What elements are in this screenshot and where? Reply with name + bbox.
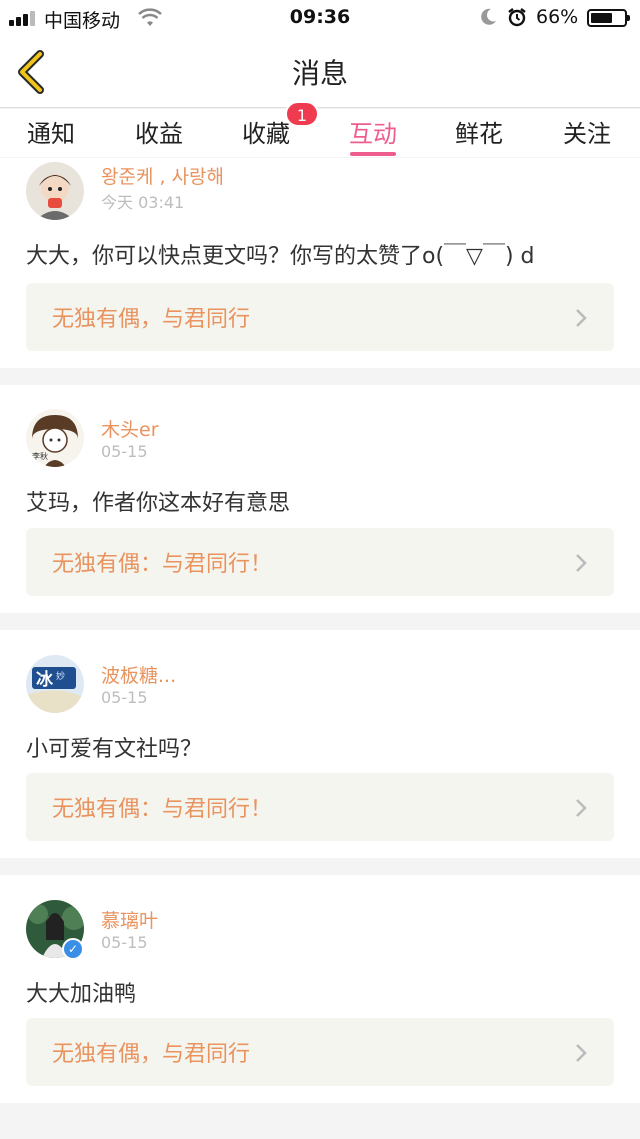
svg-text:李秋: 李秋 (32, 451, 48, 461)
battery-icon (587, 9, 630, 27)
message-date: 今天 03:41 (101, 193, 185, 212)
svg-text:冰: 冰 (36, 669, 54, 690)
message-card: ✓ 慕璃叶 05-15 大大加油鸭 无独有偶，与君同行 (0, 875, 640, 1103)
verified-icon: ✓ (62, 938, 84, 960)
book-link[interactable]: 无独有偶：与君同行！ (26, 773, 614, 841)
page-title: 消息 (291, 57, 348, 90)
comment-text: 大大，你可以快点更文吗？你写的太赞了o(￣▽￣) d (26, 244, 535, 269)
alarm-icon (508, 8, 526, 27)
tab-bar: 通知 收益 收藏 互动 鲜花 关注 (0, 109, 640, 157)
book-title: 无独有偶，与君同行 (52, 1042, 251, 1067)
tab-following[interactable]: 关注 (542, 114, 632, 149)
status-bar: 中国移动 09:36 66% (0, 0, 640, 36)
message-card: 李秋 木头er 05-15 艾玛，作者你这本好有意思 无独有偶：与君同行！ (0, 385, 640, 613)
comment-text: 大大加油鸭 (26, 982, 137, 1007)
message-date: 05-15 (101, 933, 148, 952)
moon-icon (481, 8, 496, 25)
tab-earnings[interactable]: 收益 (114, 114, 204, 149)
book-link[interactable]: 无独有偶，与君同行 (26, 1018, 614, 1086)
message-date: 05-15 (101, 688, 148, 707)
comment-text: 艾玛，作者你这本好有意思 (26, 491, 291, 516)
book-title: 无独有偶：与君同行！ (52, 797, 273, 822)
battery-percent: 66% (536, 6, 579, 28)
message-card: 冰妙 波板糖... 05-15 小可爱有文社吗？ 无独有偶：与君同行！ (0, 630, 640, 858)
avatar[interactable] (26, 162, 84, 220)
tab-notifications[interactable]: 通知 (6, 114, 96, 149)
tab-flowers[interactable]: 鲜花 (434, 114, 524, 149)
svg-text:妙: 妙 (56, 670, 65, 682)
chevron-right-icon (576, 1044, 587, 1062)
message-card: 왕준케 , 사랑해 今天 03:41 大大，你可以快点更文吗？你写的太赞了o(￣… (0, 158, 640, 368)
tab-interaction[interactable]: 互动 (328, 114, 418, 156)
chevron-right-icon (576, 309, 587, 327)
user-name[interactable]: 慕璃叶 (101, 906, 158, 933)
book-link[interactable]: 无独有偶：与君同行！ (26, 528, 614, 596)
avatar[interactable]: 李秋 (26, 409, 84, 467)
message-date: 05-15 (101, 442, 148, 461)
user-name[interactable]: 왕준케 , 사랑해 (101, 162, 224, 189)
book-link[interactable]: 无独有偶，与君同行 (26, 283, 614, 351)
user-name[interactable]: 波板糖... (101, 661, 176, 688)
favorites-badge: 1 (285, 101, 319, 127)
book-title: 无独有偶：与君同行！ (52, 552, 273, 577)
user-name[interactable]: 木头er (101, 415, 159, 442)
book-title: 无独有偶，与君同行 (52, 307, 251, 332)
comment-text: 小可爱有文社吗？ (26, 737, 203, 762)
chevron-right-icon (576, 799, 587, 817)
avatar[interactable]: 冰妙 (26, 655, 84, 713)
nav-bar: 消息 (0, 36, 640, 108)
chevron-right-icon (576, 554, 587, 572)
